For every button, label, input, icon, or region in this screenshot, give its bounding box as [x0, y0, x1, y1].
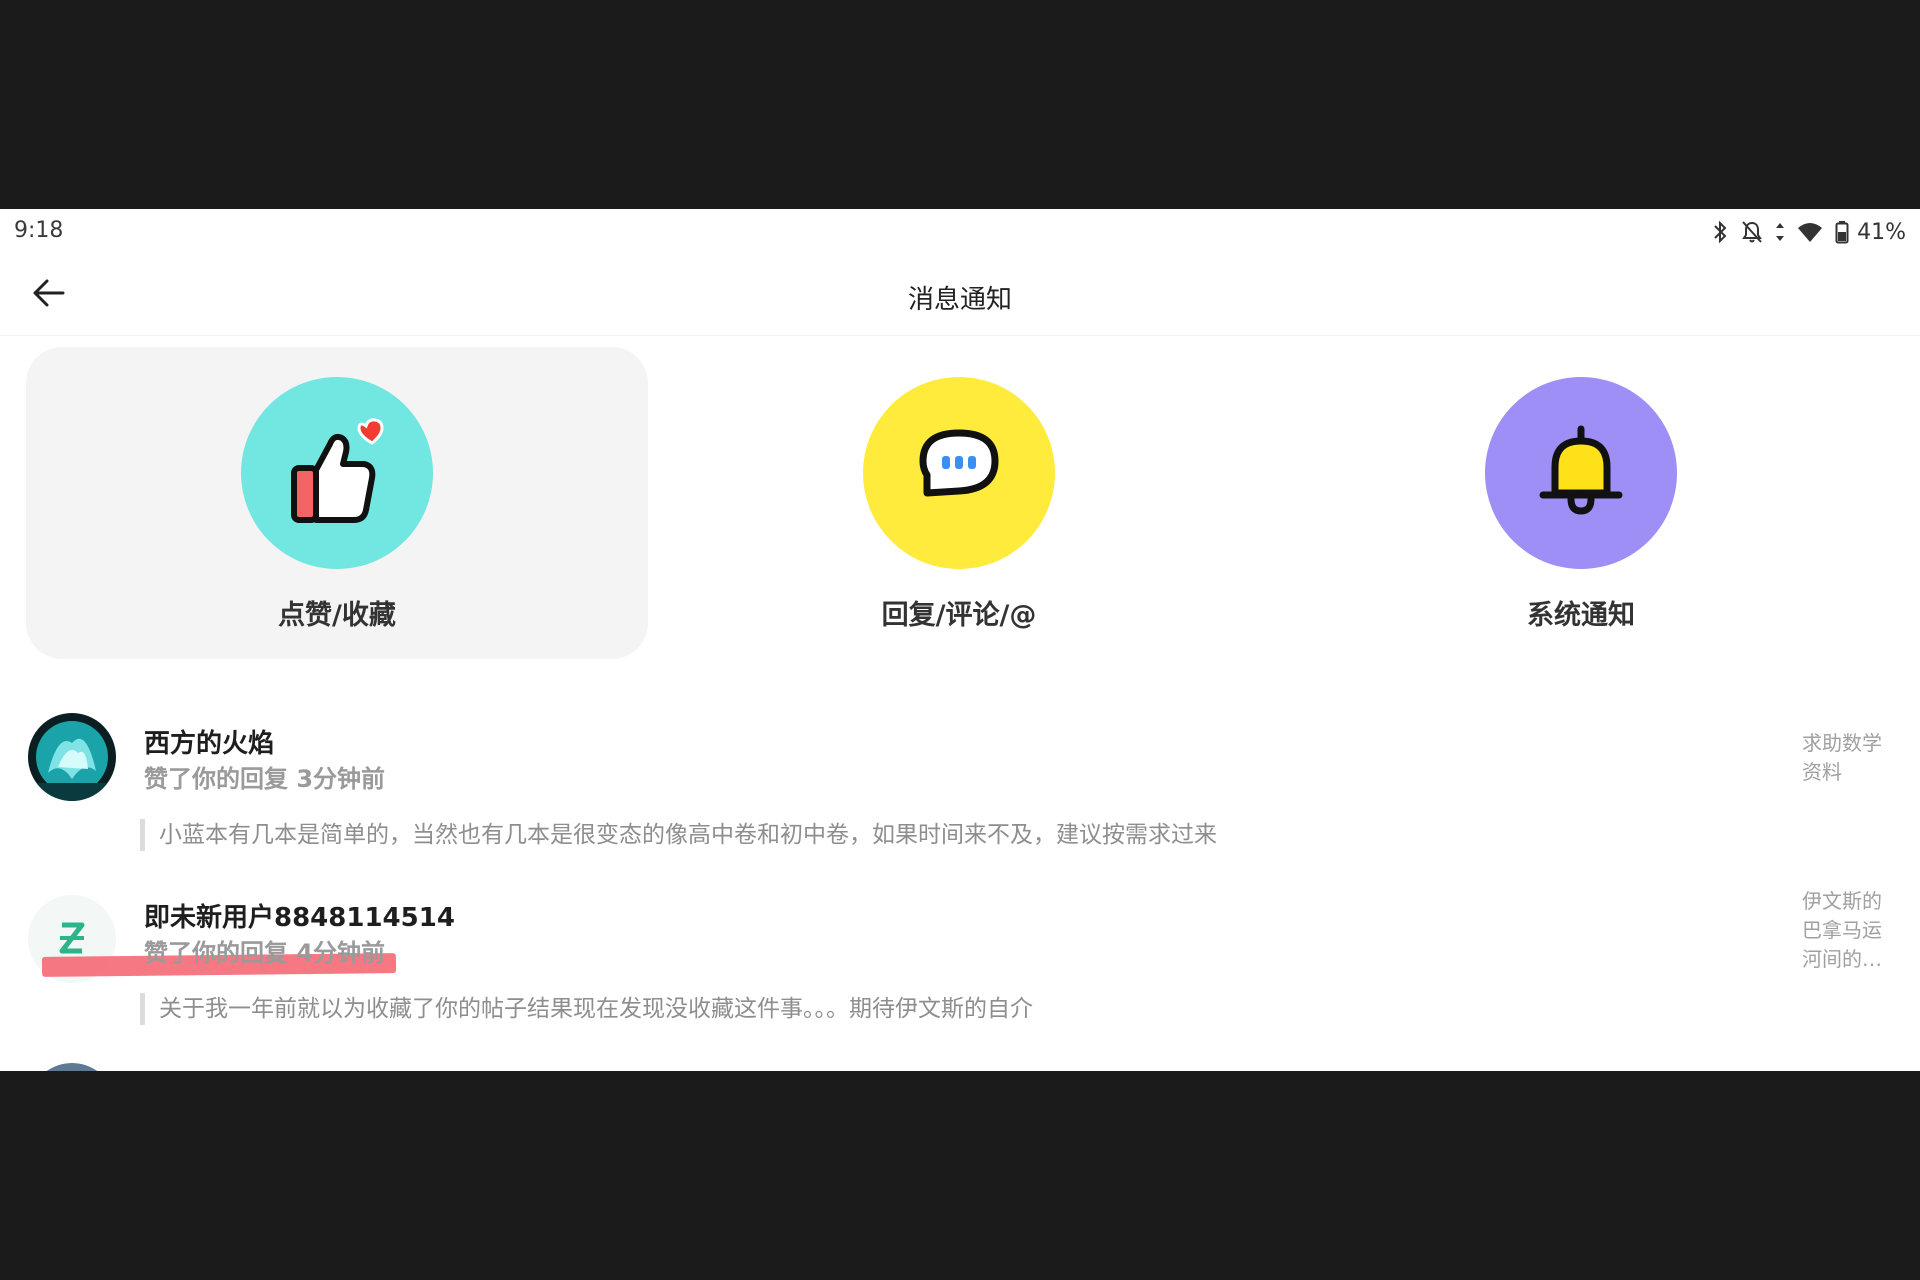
replies-icon-circle [863, 377, 1055, 569]
status-icons: 41% [1711, 218, 1906, 246]
reply-quote: 关于我一年前就以为收藏了你的帖子结果现在发现没收藏这件事。。。期待伊文斯的自介 [140, 993, 1033, 1025]
data-arrows-icon [1775, 220, 1785, 244]
system-icon-circle [1485, 377, 1677, 569]
notification-item[interactable]: 即未新用户8848114514 赞了你的回复 4分钟前 关于我一年前就以为收藏了… [0, 877, 1920, 1047]
notification-item[interactable]: 西方的火焰 赞了你的回复 3分钟前 小蓝本有几本是简单的，当然也有几本是很变态的… [0, 701, 1920, 861]
notification-item-partial[interactable] [0, 1051, 1920, 1071]
avatar[interactable] [28, 1063, 116, 1071]
tab-replies-comments[interactable]: 回复/评论/@ [648, 347, 1270, 659]
post-title[interactable]: 求助数学资料 [1802, 729, 1890, 787]
user-name[interactable]: 西方的火焰 [144, 723, 274, 760]
title-bar: 消息通知 [0, 253, 1920, 336]
action-text: 赞了你的回复 4分钟前 [144, 939, 386, 967]
page-title: 消息通知 [907, 285, 1012, 315]
chat-bubble-icon [899, 411, 1019, 535]
battery-percent: 41% [1857, 219, 1906, 245]
notifications-off-icon [1741, 220, 1763, 244]
bell-icon [1521, 411, 1641, 535]
wifi-icon [1797, 221, 1823, 243]
tab-label-likes: 点赞/收藏 [278, 600, 396, 631]
avatar[interactable] [28, 713, 116, 801]
thumbs-up-heart-icon [272, 406, 402, 540]
category-tabs: 点赞/收藏 回复/评论/@ 系统通知 [0, 347, 1920, 667]
bluetooth-icon [1711, 220, 1729, 244]
tab-likes-favorites[interactable]: 点赞/收藏 [26, 347, 648, 659]
tab-system-notifications[interactable]: 系统通知 [1270, 347, 1892, 659]
tab-label-system: 系统通知 [1527, 600, 1635, 631]
reply-quote: 小蓝本有几本是简单的，当然也有几本是很变态的像高中卷和初中卷，如果时间来不及，建… [140, 819, 1217, 851]
action-text: 赞了你的回复 3分钟前 [144, 765, 386, 793]
post-title[interactable]: 伊文斯的巴拿马运河间的… [1802, 887, 1890, 974]
app-screen: 9:18 41% 消息通知 点赞/收藏 回复/评论/@ 系统通知 西方的火焰 赞… [0, 209, 1920, 1071]
battery-icon [1835, 220, 1849, 244]
status-bar: 9:18 41% [0, 209, 1920, 253]
user-name[interactable]: 即未新用户8848114514 [144, 897, 455, 934]
likes-icon-circle [241, 377, 433, 569]
tab-label-replies: 回复/评论/@ [881, 600, 1037, 631]
status-time: 9:18 [14, 218, 64, 243]
